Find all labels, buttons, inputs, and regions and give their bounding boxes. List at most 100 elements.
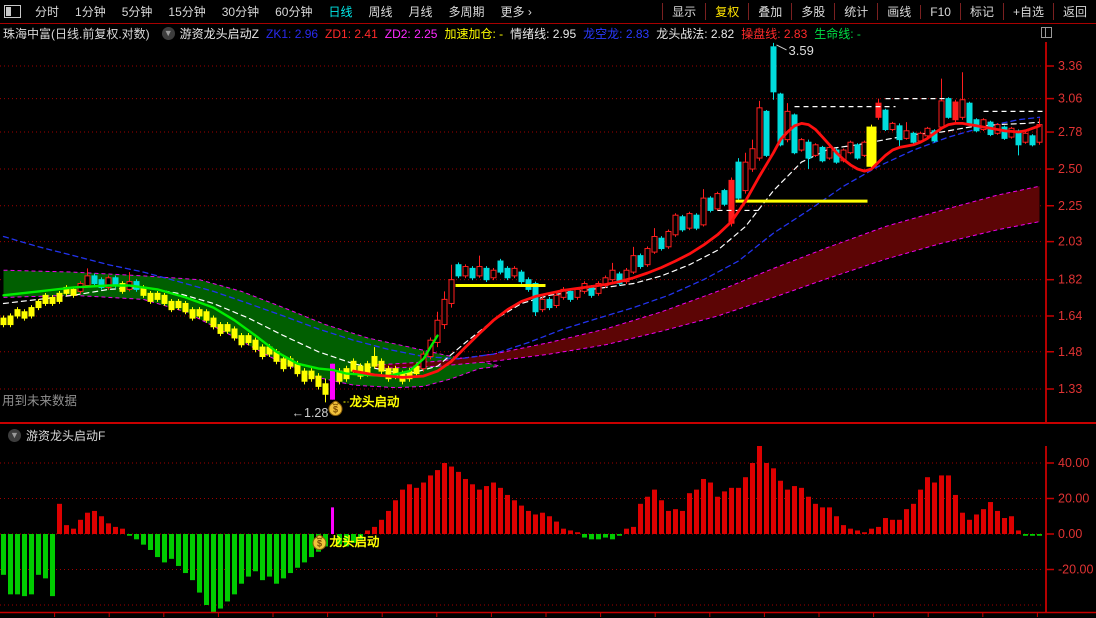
candle	[875, 98, 882, 120]
candle	[693, 213, 700, 231]
period-tab-3[interactable]: 15分钟	[160, 3, 213, 20]
candle	[7, 313, 14, 328]
candle	[553, 292, 560, 308]
period-tab-1[interactable]: 1分钟	[67, 3, 114, 20]
candle	[448, 264, 455, 308]
candle	[952, 99, 959, 123]
svg-text:2.25: 2.25	[1058, 199, 1082, 213]
candle	[651, 228, 658, 254]
period-tab-10[interactable]: 更多 ›	[493, 3, 540, 20]
candle	[679, 214, 686, 232]
candle	[866, 124, 877, 170]
svg-text:龙头启动: 龙头启动	[329, 534, 381, 549]
candle	[735, 158, 742, 202]
svg-text:$: $	[317, 539, 322, 549]
candle	[938, 78, 945, 130]
svg-text:1.64: 1.64	[1058, 309, 1082, 323]
svg-text:2.50: 2.50	[1058, 162, 1082, 176]
toolbar-button-2[interactable]: 叠加	[748, 3, 791, 20]
svg-text:$: $	[333, 405, 338, 415]
period-tab-6[interactable]: 日线	[320, 3, 360, 20]
candle	[903, 122, 910, 140]
svg-text:3.06: 3.06	[1058, 92, 1082, 106]
candle	[882, 108, 889, 132]
period-tab-7[interactable]: 周线	[360, 3, 400, 20]
candle	[546, 296, 553, 311]
candle	[665, 229, 672, 249]
candle	[742, 152, 749, 194]
indicator-value: 加速加仓: -	[444, 26, 504, 41]
indicator-value: ZD2: 2.25	[384, 26, 438, 41]
histogram-layer	[1, 446, 1042, 613]
candle	[476, 255, 483, 278]
candle	[1001, 125, 1008, 140]
toolbar-button-0[interactable]: 显示	[662, 3, 705, 20]
candle	[168, 298, 175, 313]
candle	[847, 140, 854, 155]
sub-collapse-chevron-icon[interactable]: ▼	[8, 428, 21, 442]
toolbar-button-3[interactable]: 多股	[791, 3, 834, 20]
period-tab-5[interactable]: 60分钟	[267, 3, 320, 20]
candle	[609, 262, 616, 282]
indicator-name: 游资龙头启动Z	[179, 26, 260, 41]
svg-text:龙头启动: 龙头启动	[349, 394, 401, 409]
collapse-chevron-icon[interactable]: ▼	[161, 26, 175, 40]
svg-text:3.59: 3.59	[789, 43, 814, 58]
indicator-value: 龙头战法: 2.82	[656, 26, 735, 41]
main-chart[interactable]: 3.36 3.06 2.78 2.50 2.25 2.03 1.82 1.64 1.48 1.33…	[0, 42, 1096, 422]
candle	[700, 189, 707, 227]
indicator-value: 情绪线: 2.95	[510, 26, 577, 41]
candle	[84, 268, 91, 288]
period-tab-2[interactable]: 5分钟	[114, 3, 161, 20]
indicator-value: 生命线: -	[814, 26, 861, 41]
candle	[497, 258, 504, 275]
candle	[707, 196, 714, 213]
candle	[511, 266, 518, 279]
toolbar-button-9[interactable]: 返回	[1052, 3, 1096, 20]
period-tabs: 分时 1分钟 5分钟 15分钟 30分钟 60分钟 日线 周线 月线 多周期 更多 ›	[27, 3, 540, 20]
candle	[21, 309, 28, 321]
candle	[539, 296, 546, 313]
candle	[756, 100, 763, 161]
candle	[714, 191, 721, 211]
period-tab-9[interactable]: 多周期	[441, 3, 493, 20]
candle	[518, 269, 525, 284]
candle	[854, 143, 861, 160]
candle	[0, 315, 7, 328]
candle	[441, 291, 448, 329]
svg-text:←1.28: ←1.28	[292, 406, 329, 420]
indicator-value: ZK1: 2.96	[266, 26, 319, 41]
candle	[98, 277, 105, 290]
candle	[595, 281, 602, 296]
top-toolbar: 分时 1分钟 5分钟 15分钟 30分钟 60分钟 日线 周线 月线 多周期 更多 › 显示 复权 叠加…	[0, 0, 1096, 24]
candle	[945, 97, 952, 119]
candle	[749, 139, 756, 172]
toolbar-button-8[interactable]: +自选	[1002, 3, 1053, 20]
candle	[672, 213, 679, 237]
candle	[1015, 129, 1022, 156]
svg-text:2.03: 2.03	[1058, 235, 1082, 249]
indicator-header: 珠海中富(日线.前复权.对数) ▼ 游资龙头启动Z ZK1: 2.96 ZD1: …	[0, 24, 1096, 42]
period-tab-8[interactable]: 月线	[401, 3, 441, 20]
toolbar-button-5[interactable]: 画线	[877, 3, 920, 20]
period-tab-4[interactable]: 30分钟	[214, 3, 267, 20]
toolbar-button-6[interactable]: F10	[920, 4, 960, 19]
window-layout-icon[interactable]	[4, 5, 21, 18]
candle	[35, 298, 42, 311]
toolbar-button-1[interactable]: 复权	[705, 3, 748, 20]
sub-indicator-chart[interactable]: 40.00 20.00 0.00 -20.00 $ 龙头启动	[0, 446, 1096, 618]
candle	[14, 307, 21, 319]
candle	[644, 246, 651, 267]
period-tab-0[interactable]: 分时	[27, 3, 67, 20]
candle	[889, 121, 896, 132]
candle	[189, 307, 196, 321]
candle	[770, 42, 777, 100]
future-data-warning: 用到未来数据	[2, 393, 77, 408]
candle	[434, 311, 441, 348]
panel-maximize-icon[interactable]	[1041, 27, 1052, 38]
candle	[798, 138, 805, 152]
candle	[28, 305, 35, 319]
toolbar-button-7[interactable]: 标记	[959, 3, 1003, 20]
toolbar-button-4[interactable]: 统计	[834, 3, 877, 20]
svg-text:1.82: 1.82	[1058, 273, 1082, 287]
